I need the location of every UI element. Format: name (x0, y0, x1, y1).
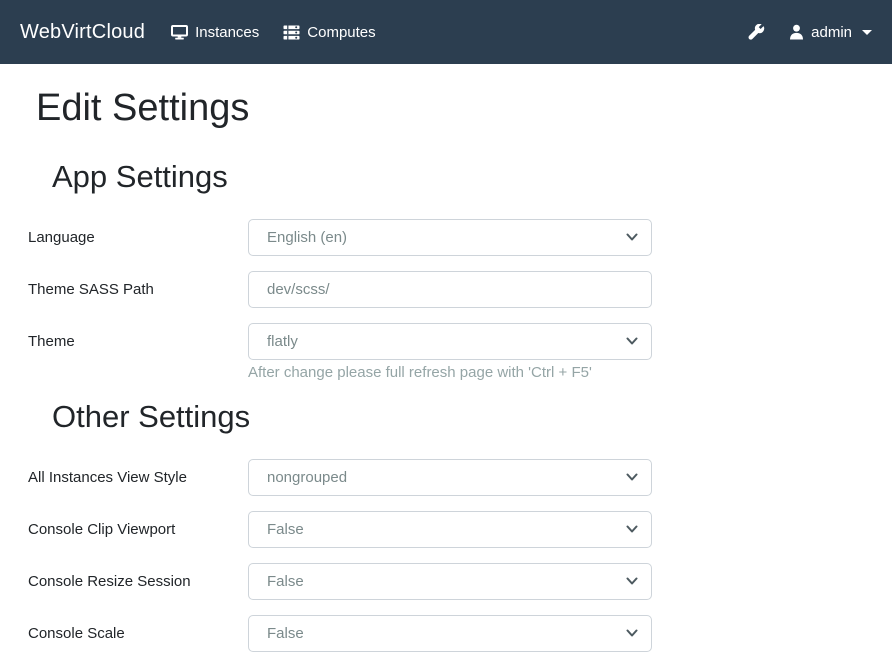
section-title: App Settings (52, 158, 864, 195)
language-select[interactable]: English (en) (248, 219, 652, 256)
field-row-theme: Theme flatly After change please full re… (28, 323, 864, 383)
section-other-settings: Other Settings All Instances View Style … (28, 398, 864, 652)
display-icon (171, 25, 188, 40)
page-title: Edit Settings (36, 86, 864, 132)
field-label: Theme (28, 323, 248, 360)
main-content: Edit Settings App Settings Language Engl… (0, 64, 892, 652)
server-icon (283, 25, 300, 40)
brand-logo[interactable]: WebVirtCloud (20, 21, 145, 44)
user-label: admin (811, 24, 852, 41)
top-navbar: WebVirtCloud Instances Co (0, 0, 892, 64)
navbar-right: admin (748, 24, 872, 41)
field-row-console-scale: Console Scale False (28, 615, 864, 652)
wrench-icon[interactable] (748, 24, 765, 41)
nav-item-computes[interactable]: Computes (283, 24, 375, 41)
nav-item-label: Computes (307, 24, 375, 41)
field-label: Console Scale (28, 615, 248, 652)
field-label: Theme SASS Path (28, 271, 248, 308)
console-scale-select[interactable]: False (248, 615, 652, 652)
field-row-console-clip-viewport: Console Clip Viewport False (28, 511, 864, 548)
field-label: All Instances View Style (28, 459, 248, 496)
field-row-console-resize-session: Console Resize Session False (28, 563, 864, 600)
field-label: Console Clip Viewport (28, 511, 248, 548)
section-app-settings: App Settings Language English (en) Theme… (28, 158, 864, 383)
theme-select[interactable]: flatly (248, 323, 652, 360)
console-clip-viewport-select[interactable]: False (248, 511, 652, 548)
nav-item-label: Instances (195, 24, 259, 41)
nav-item-instances[interactable]: Instances (171, 24, 259, 41)
field-help-text: After change please full refresh page wi… (248, 363, 652, 383)
user-menu[interactable]: admin (789, 24, 872, 41)
field-row-all-instances-view-style: All Instances View Style nongrouped (28, 459, 864, 496)
section-title: Other Settings (52, 398, 864, 435)
field-label: Language (28, 219, 248, 256)
user-icon (789, 24, 804, 40)
field-row-theme-sass-path: Theme SASS Path (28, 271, 864, 308)
theme-sass-path-input[interactable] (248, 271, 652, 308)
chevron-down-icon (862, 30, 872, 35)
field-label: Console Resize Session (28, 563, 248, 600)
console-resize-session-select[interactable]: False (248, 563, 652, 600)
all-instances-view-style-select[interactable]: nongrouped (248, 459, 652, 496)
field-row-language: Language English (en) (28, 219, 864, 256)
